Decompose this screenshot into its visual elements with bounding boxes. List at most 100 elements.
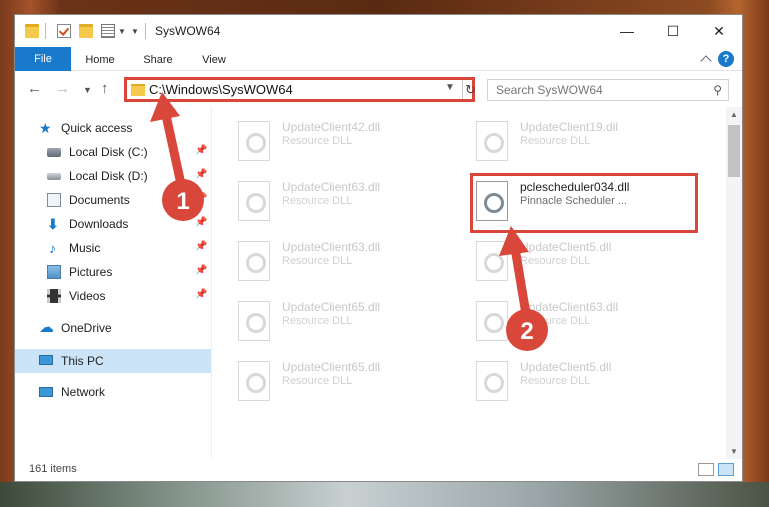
properties-icon[interactable] bbox=[101, 24, 115, 38]
file-name: UpdateClient65.dll bbox=[282, 300, 381, 314]
sidebar-item-local-disk-d[interactable]: Local Disk (D:) 📌 bbox=[15, 165, 211, 187]
back-button[interactable]: ← bbox=[27, 80, 42, 97]
dll-file-icon bbox=[476, 121, 508, 161]
search-input[interactable]: Search SysWOW64 ⚲ bbox=[487, 79, 729, 101]
sidebar-item-music[interactable]: ♪ Music 📌 bbox=[15, 237, 211, 259]
chevron-down-icon[interactable]: ▼ bbox=[445, 82, 455, 93]
sidebar-item-label: Documents bbox=[69, 193, 130, 207]
scroll-up-icon[interactable]: ▲ bbox=[730, 110, 738, 119]
dll-file-icon bbox=[238, 301, 270, 341]
forward-button[interactable]: → bbox=[55, 80, 70, 97]
status-bar: 161 items bbox=[15, 459, 742, 481]
file-name: UpdateClient19.dll bbox=[520, 120, 619, 134]
pin-icon: 📌 bbox=[195, 289, 208, 300]
sidebar-item-quick-access[interactable]: ★ Quick access bbox=[15, 117, 211, 139]
dll-file-icon bbox=[238, 121, 270, 161]
music-icon: ♪ bbox=[49, 240, 56, 256]
documents-icon bbox=[47, 193, 61, 207]
sidebar-item-label: Downloads bbox=[69, 217, 129, 231]
chevron-down-icon[interactable]: ▼ bbox=[118, 27, 126, 36]
new-folder-icon[interactable] bbox=[79, 24, 93, 38]
file-item[interactable]: UpdateClient63.dll Resource DLL bbox=[212, 167, 438, 221]
pin-icon: 📌 bbox=[195, 145, 208, 156]
file-explorer-window: ▼ ▼ SysWOW64 — ☐ ✕ File Home Share View … bbox=[14, 14, 743, 482]
sidebar-item-label: Local Disk (D:) bbox=[69, 169, 148, 183]
expand-ribbon-icon[interactable] bbox=[700, 55, 712, 67]
file-description: Resource DLL bbox=[282, 135, 353, 147]
help-icon[interactable]: ? bbox=[718, 51, 734, 67]
address-path[interactable]: C:\Windows\SysWOW64 bbox=[149, 82, 293, 97]
file-name: UpdateClient65.dll bbox=[282, 360, 381, 374]
view-toggle bbox=[698, 463, 734, 476]
file-item[interactable]: UpdateClient5.dll Resource DLL bbox=[450, 347, 676, 401]
tab-view[interactable]: View bbox=[191, 49, 237, 71]
file-description: Resource DLL bbox=[282, 375, 353, 387]
minimize-button[interactable]: — bbox=[604, 15, 650, 47]
scroll-down-icon[interactable]: ▼ bbox=[730, 447, 738, 456]
window-title: SysWOW64 bbox=[155, 24, 221, 38]
up-button[interactable]: ↑ bbox=[101, 80, 109, 97]
properties-check-icon[interactable] bbox=[57, 24, 71, 38]
sidebar-item-pictures[interactable]: Pictures 📌 bbox=[15, 261, 211, 283]
sidebar-item-network[interactable]: Network bbox=[15, 381, 211, 403]
sidebar-item-label: Network bbox=[61, 385, 106, 399]
pin-icon: 📌 bbox=[195, 241, 208, 252]
search-placeholder: Search SysWOW64 bbox=[496, 83, 603, 97]
file-item[interactable]: UpdateClient63.dll Resource DLL bbox=[450, 287, 676, 341]
desktop-background bbox=[0, 482, 769, 507]
file-description: Resource DLL bbox=[520, 135, 591, 147]
dll-file-icon bbox=[238, 241, 270, 281]
address-row: ← → ▼ ↑ C:\Windows\SysWOW64 ▼ ↻ Search S… bbox=[15, 72, 742, 106]
file-name: UpdateClient5.dll bbox=[520, 360, 612, 374]
scrollbar-thumb[interactable] bbox=[728, 125, 740, 177]
vertical-scrollbar[interactable]: ▲ ▼ bbox=[726, 107, 742, 459]
file-item[interactable]: UpdateClient65.dll Resource DLL bbox=[212, 347, 438, 401]
computer-icon bbox=[39, 355, 53, 365]
customize-toolbar-icon[interactable]: ▼ bbox=[131, 27, 139, 36]
file-item[interactable]: UpdateClient5.dll Resource DLL bbox=[450, 227, 676, 281]
sidebar-item-label: OneDrive bbox=[61, 321, 112, 335]
cloud-icon: ☁ bbox=[39, 319, 54, 336]
ribbon-tabs: File Home Share View ? bbox=[15, 47, 742, 71]
search-icon[interactable]: ⚲ bbox=[713, 83, 722, 97]
tab-share[interactable]: Share bbox=[135, 49, 181, 71]
folder-icon bbox=[25, 24, 39, 38]
close-button[interactable]: ✕ bbox=[696, 15, 742, 47]
highlight-box bbox=[470, 173, 698, 233]
sidebar-item-label: Videos bbox=[69, 289, 106, 303]
file-item[interactable]: UpdateClient42.dll Resource DLL bbox=[212, 107, 438, 161]
file-item[interactable]: UpdateClient65.dll Resource DLL bbox=[212, 287, 438, 341]
file-item[interactable]: UpdateClient63.dll Resource DLL bbox=[212, 227, 438, 281]
details-view-icon[interactable] bbox=[698, 463, 714, 476]
recent-locations-icon[interactable]: ▼ bbox=[83, 85, 92, 95]
pin-icon: 📌 bbox=[195, 193, 208, 204]
file-item[interactable]: UpdateClient19.dll Resource DLL bbox=[450, 107, 676, 161]
file-description: Resource DLL bbox=[520, 255, 591, 267]
file-name: UpdateClient63.dll bbox=[282, 180, 381, 194]
sidebar-item-downloads[interactable]: ⬇ Downloads 📌 bbox=[15, 213, 211, 235]
address-bar[interactable]: C:\Windows\SysWOW64 ▼ ↻ bbox=[124, 77, 478, 102]
tab-home[interactable]: Home bbox=[77, 49, 123, 71]
sidebar-item-documents[interactable]: Documents 📌 bbox=[15, 189, 211, 211]
dll-file-icon bbox=[476, 301, 508, 341]
network-icon bbox=[39, 387, 53, 397]
large-icons-view-icon[interactable] bbox=[718, 463, 734, 476]
divider bbox=[145, 23, 146, 39]
file-name: UpdateClient42.dll bbox=[282, 120, 381, 134]
sidebar-item-videos[interactable]: Videos 📌 bbox=[15, 285, 211, 307]
tab-file[interactable]: File bbox=[15, 47, 71, 71]
refresh-icon[interactable]: ↻ bbox=[462, 80, 478, 99]
sidebar-item-label: Pictures bbox=[69, 265, 113, 279]
sidebar-item-onedrive[interactable]: ☁ OneDrive bbox=[15, 317, 211, 339]
sidebar-item-this-pc[interactable]: This PC bbox=[15, 349, 211, 373]
dll-file-icon bbox=[476, 361, 508, 401]
folder-icon bbox=[131, 84, 145, 96]
maximize-button[interactable]: ☐ bbox=[650, 15, 696, 47]
sidebar-item-label: Music bbox=[69, 241, 101, 255]
divider bbox=[45, 23, 46, 39]
star-icon: ★ bbox=[39, 120, 52, 136]
ribbon-controls: ? bbox=[700, 51, 734, 67]
pictures-icon bbox=[47, 265, 61, 279]
sidebar-item-local-disk-c[interactable]: Local Disk (C:) 📌 bbox=[15, 141, 211, 163]
file-name: UpdateClient63.dll bbox=[520, 300, 619, 314]
